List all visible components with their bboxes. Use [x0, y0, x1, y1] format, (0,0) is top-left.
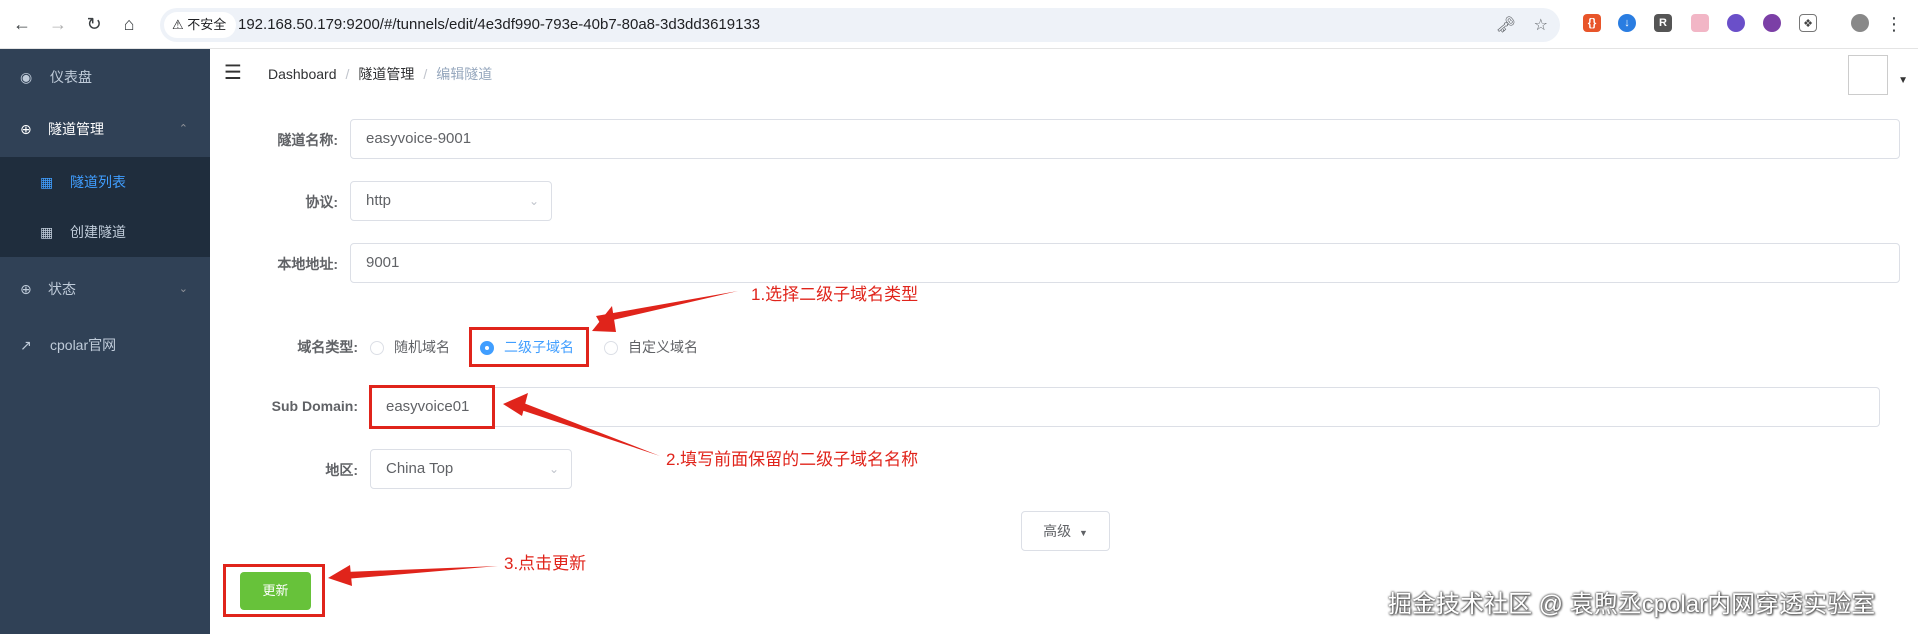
local-address-label: 本地地址:: [277, 256, 338, 272]
breadcrumb-separator: /: [345, 66, 350, 82]
hamburger-icon[interactable]: ☰: [224, 63, 242, 83]
protocol-value: http: [366, 192, 392, 209]
annotation-step3: 3.点击更新: [504, 554, 587, 573]
sidebar-item-tunnel-list[interactable]: ▦ 隧道列表: [0, 157, 210, 207]
chevron-down-icon: ⌄: [528, 194, 539, 208]
profile-icon[interactable]: [1851, 14, 1869, 32]
arrow-step1: [592, 291, 738, 332]
annotation-box-subdomain: [369, 385, 495, 429]
breadcrumb-separator: /: [423, 66, 428, 82]
radio-custom-domain[interactable]: 自定义域名: [604, 338, 698, 356]
radio-dot: [370, 341, 384, 355]
extension-icon[interactable]: [1763, 14, 1781, 32]
protocol-label: 协议:: [305, 194, 338, 210]
region-label: 地区:: [325, 462, 358, 478]
chevron-down-icon: ⌄: [178, 283, 188, 295]
arrow-step3: [328, 565, 498, 586]
radio-random-domain[interactable]: 随机域名: [370, 338, 450, 356]
sidebar: ◉ 仪表盘 ⊕ 隧道管理 ⌃ ▦ 隧道列表 ▦ 创建隧道 ⊕ 状态 ⌄ ↗ cp…: [0, 49, 210, 634]
security-label: 不安全: [187, 17, 227, 32]
extension-icon[interactable]: [1691, 14, 1709, 32]
security-chip[interactable]: ⚠ 不安全: [164, 12, 237, 38]
tunnel-name-input[interactable]: easyvoice-9001: [350, 119, 1900, 159]
grid-icon: ▦: [40, 224, 54, 240]
sidebar-item-label: cpolar官网: [50, 337, 117, 353]
sidebar-item-label: 仪表盘: [50, 69, 92, 85]
subdomain-input[interactable]: easyvoice01: [370, 387, 1880, 427]
submenu: ▦ 隧道列表 ▦ 创建隧道: [0, 157, 210, 257]
watermark: 掘金技术社区 @ 袁煦丞cpolar内网穿透实验室: [1388, 591, 1876, 618]
annotation-box-update: [223, 564, 325, 617]
caret-down-icon: ▼: [1078, 528, 1088, 538]
local-address-input[interactable]: 9001: [350, 243, 1900, 283]
sidebar-item-create-tunnel[interactable]: ▦ 创建隧道: [0, 207, 210, 257]
address-bar[interactable]: ⚠ 不安全 192.168.50.179:9200/#/tunnels/edit…: [160, 8, 1560, 42]
navbar: ☰ Dashboard / 隧道管理 / 编辑隧道 ▼: [210, 49, 1918, 99]
radio-label: 自定义域名: [628, 339, 698, 355]
home-icon[interactable]: ⌂: [117, 12, 141, 36]
url-text[interactable]: 192.168.50.179:9200/#/tunnels/edit/4e3df…: [238, 8, 760, 42]
annotation-step2: 2.填写前面保留的二级子域名名称: [666, 450, 919, 469]
download-icon[interactable]: ↓: [1618, 14, 1636, 32]
sidebar-item-label: 隧道管理: [48, 121, 104, 137]
breadcrumb: Dashboard / 隧道管理 / 编辑隧道: [268, 49, 492, 99]
domain-type-label: 域名类型:: [297, 339, 358, 355]
caret-down-icon[interactable]: ▼: [1898, 75, 1908, 86]
browser-toolbar: ← → ↻ ⌂ ⚠ 不安全 192.168.50.179:9200/#/tunn…: [0, 0, 1918, 49]
advanced-button[interactable]: 高级 ▼: [1021, 511, 1110, 551]
tunnel-name-label: 隧道名称:: [277, 132, 338, 148]
dashboard-icon: ◉: [20, 69, 33, 85]
extension-icon[interactable]: [1727, 14, 1745, 32]
avatar[interactable]: [1848, 55, 1888, 95]
plus-circle-icon: ⊕: [20, 281, 32, 297]
sidebar-item-label: 状态: [48, 281, 76, 297]
region-select[interactable]: China Top ⌄: [370, 449, 572, 489]
sidebar-item-tunnels[interactable]: ⊕ 隧道管理 ⌃: [0, 101, 210, 157]
key-icon[interactable]: 🗝: [1496, 15, 1516, 35]
advanced-label: 高级: [1043, 523, 1072, 539]
annotation-step1: 1.选择二级子域名类型: [751, 285, 919, 304]
sidebar-item-status[interactable]: ⊕ 状态 ⌄: [0, 261, 210, 317]
radio-dot: [604, 341, 618, 355]
plus-circle-icon: ⊕: [20, 121, 32, 137]
breadcrumb-dashboard[interactable]: Dashboard: [268, 49, 337, 99]
subdomain-label: Sub Domain:: [271, 398, 358, 414]
warning-icon: ⚠: [172, 17, 184, 32]
extension-icon[interactable]: {}: [1583, 14, 1601, 32]
annotation-box-domain-type: [469, 327, 589, 367]
sidebar-item-dashboard[interactable]: ◉ 仪表盘: [0, 49, 210, 105]
back-icon[interactable]: ←: [10, 12, 34, 36]
radio-label: 随机域名: [394, 339, 450, 355]
external-link-icon: ↗: [20, 337, 32, 353]
breadcrumb-current: 编辑隧道: [436, 66, 493, 82]
sidebar-item-label: 隧道列表: [70, 174, 126, 190]
extension-icon[interactable]: R: [1654, 14, 1672, 32]
chevron-up-icon: ⌃: [178, 123, 188, 135]
forward-icon[interactable]: →: [46, 12, 70, 36]
sidebar-item-label: 创建隧道: [70, 224, 126, 240]
star-icon[interactable]: ☆: [1534, 15, 1548, 35]
breadcrumb-tunnels[interactable]: 隧道管理: [358, 49, 414, 99]
more-icon[interactable]: ⋮: [1882, 12, 1906, 36]
reload-icon[interactable]: ↻: [82, 12, 106, 36]
region-value: China Top: [386, 460, 454, 477]
protocol-select[interactable]: http ⌄: [350, 181, 552, 221]
grid-icon: ▦: [40, 174, 54, 190]
chevron-down-icon: ⌄: [548, 462, 559, 476]
sidebar-item-cpolar-site[interactable]: ↗ cpolar官网: [0, 317, 210, 373]
puzzle-icon[interactable]: ❖: [1799, 14, 1817, 32]
